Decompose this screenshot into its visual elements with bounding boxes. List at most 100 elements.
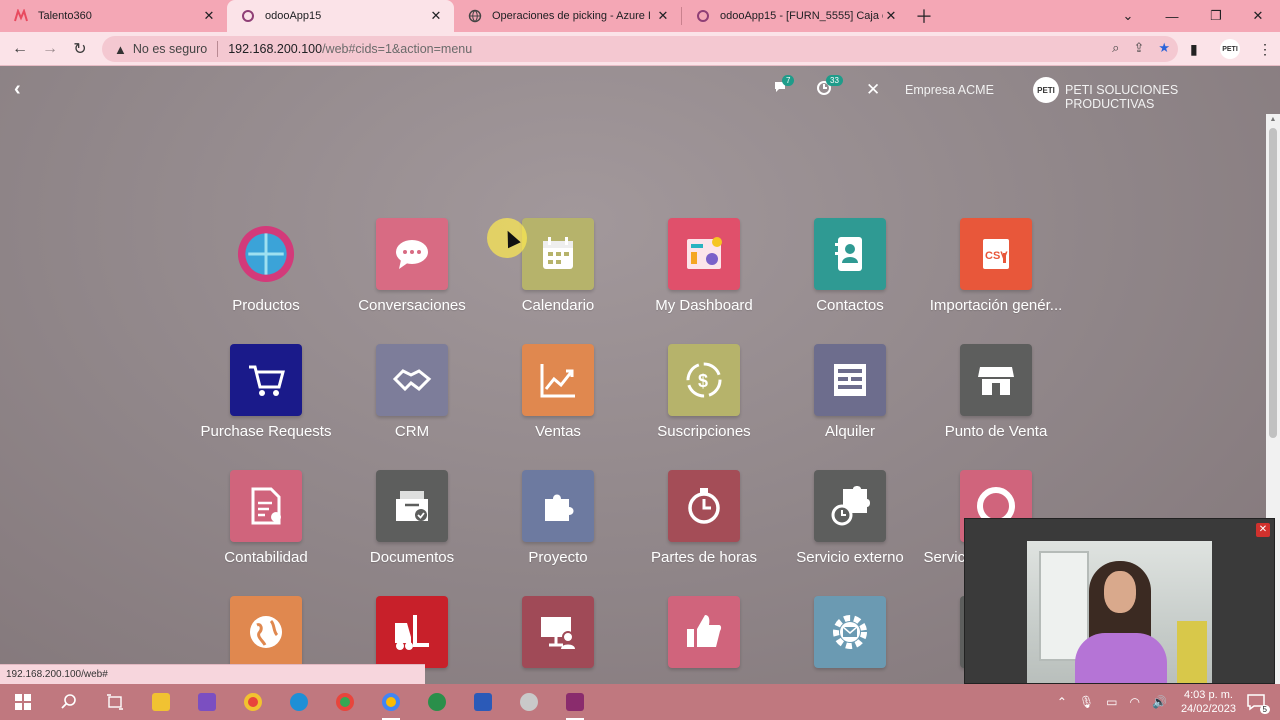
chrome-icon[interactable] [230,684,276,720]
app-label: Alquiler [824,423,876,440]
app-tile-4[interactable]: My Dashboard [631,218,777,328]
remote-app-icon[interactable] [506,684,552,720]
clock-date: 24/02/2023 [1180,703,1236,715]
meeting-app-icon[interactable] [552,684,598,720]
chat-icon[interactable]: 7 [773,75,795,98]
app-tile-11[interactable]: Alquiler [777,344,923,454]
chart-up-icon [522,344,594,416]
tab-odooapp15-caja[interactable]: odooApp15 - [FURN_5555] Caja c ✕ [682,0,909,32]
globe-icon [230,596,302,668]
tab-title: Operaciones de picking - Azure I [492,10,651,22]
omnibox-actions: ⌕ ⇪ ★ [1112,40,1170,56]
app-tile-17[interactable]: Servicio externo [777,470,923,580]
app-label: My Dashboard [655,297,753,314]
close-icon[interactable]: ✕ [883,8,899,24]
app-tile-12[interactable]: Punto de Venta [923,344,1069,454]
sidebar-toggle-icon[interactable]: ▮ [1190,32,1198,66]
tab-operaciones-picking[interactable]: Operaciones de picking - Azure I ✕ [454,0,681,32]
app-tile-6[interactable]: CSV Importación genér... [923,218,1069,328]
chrome-active-icon[interactable] [368,684,414,720]
user-company-name[interactable]: PETI SOLUCIONES PRODUCTIVAS [1065,83,1248,111]
app-tile-9[interactable]: Ventas [485,344,631,454]
app-tile-7[interactable]: Purchase Requests [193,344,339,454]
tab-talento360[interactable]: Talento360 ✕ [0,0,227,32]
csv-icon: CSV [960,218,1032,290]
browser-tab-strip: Talento360 ✕ odooApp15 ✕ Operaciones de … [0,0,1280,32]
restore-icon[interactable]: ❐ [1194,0,1238,32]
close-icon[interactable]: ✕ [201,8,217,24]
chevron-up-icon[interactable]: ⌃ [1057,695,1067,709]
edge-icon[interactable] [276,684,322,720]
url-host: 192.168.200.100 [228,42,323,56]
chat-count-badge: 7 [782,75,795,86]
battery-icon[interactable]: ▭ [1106,695,1117,709]
forward-arrow-icon[interactable]: → [35,34,65,64]
url-path: /web#cids=1&action=menu [322,42,473,56]
app-tile-2[interactable]: Conversaciones [339,218,485,328]
company-switcher[interactable]: Empresa ACME [905,83,994,97]
profile-avatar[interactable]: PETI [1220,39,1240,59]
address-bar[interactable]: ▲ No es seguro 192.168.200.100/web#cids=… [102,36,1178,62]
windows-taskbar: ⌃ 🎙 ▭ ◠ 🔊 4:03 p. m. 24/02/2023 5 [0,684,1280,720]
presentation-icon [522,596,594,668]
app-label: Ventas [535,423,581,440]
app-label: Importación genér... [929,297,1063,314]
puzzle-clock-icon [814,470,886,542]
microphone-icon[interactable]: 🎙 [1079,695,1094,709]
app-tile-16[interactable]: Partes de horas [631,470,777,580]
app-tile-15[interactable]: Proyecto [485,470,631,580]
window-close-icon[interactable]: ✕ [1236,0,1280,32]
new-tab-button[interactable]: ＋ [909,0,939,32]
file-explorer-icon[interactable] [138,684,184,720]
thumbs-up-icon [668,596,740,668]
close-icon[interactable]: ✕ [1256,523,1270,537]
app-tile-13[interactable]: Contabilidad [193,470,339,580]
back-arrow-icon[interactable]: ← [5,34,35,64]
notification-center-icon[interactable]: 5 [1246,693,1270,714]
app-tile-23[interactable] [777,596,923,686]
visual-studio-icon[interactable] [184,684,230,720]
app-tile-1[interactable]: Productos [193,218,339,328]
chrome-profile-icon[interactable] [322,684,368,720]
search-icon[interactable] [46,684,92,720]
tab-search-chevron-icon[interactable]: ⌄ [1106,0,1150,32]
word-icon[interactable] [460,684,506,720]
close-icon[interactable]: ✕ [655,8,671,24]
speaker-icon[interactable]: 🔊 [1152,695,1167,709]
reload-icon[interactable]: ↻ [65,34,95,64]
chevron-left-icon[interactable]: ‹ [14,78,21,101]
security-label[interactable]: No es seguro [133,42,207,56]
photos-app-icon[interactable] [414,684,460,720]
tab-odooapp15[interactable]: odooApp15 ✕ [227,0,454,32]
share-icon[interactable]: ⇪ [1133,40,1144,56]
close-icon[interactable]: ✕ [866,80,880,100]
zoom-icon[interactable]: ⌕ [1112,40,1119,56]
svg-text:$: $ [698,371,708,391]
taskbar-clock[interactable]: 4:03 p. m. 24/02/2023 [1181,688,1236,716]
scroll-thumb[interactable] [1269,128,1277,438]
activity-clock-icon[interactable]: 33 [816,75,843,100]
tab-title: odooApp15 - [FURN_5555] Caja c [720,10,883,22]
odoo-icon [697,10,709,22]
gear-mail-icon [814,596,886,668]
app-label: Productos [232,297,300,314]
close-icon[interactable]: ✕ [428,8,444,24]
bookmark-star-icon[interactable]: ★ [1158,40,1170,56]
wifi-icon[interactable]: ◠ [1130,695,1140,709]
task-view-icon[interactable] [92,684,138,720]
app-tile-5[interactable]: Contactos [777,218,923,328]
app-tile-21[interactable] [485,596,631,686]
browser-menu-icon[interactable]: ⋮ [1258,32,1272,66]
app-label: Documentos [369,549,455,566]
url-text[interactable]: 192.168.200.100/web#cids=1&action=menu [228,42,472,56]
app-tile-10[interactable]: $ Suscripciones [631,344,777,454]
app-tile-14[interactable]: Documentos [339,470,485,580]
app-tile-8[interactable]: CRM [339,344,485,454]
app-label: Contactos [816,297,884,314]
scroll-up-arrow-icon[interactable]: ▲ [1266,114,1280,126]
app-tile-22[interactable] [631,596,777,686]
windows-start-icon[interactable] [0,684,46,720]
user-company-logo[interactable]: PETI [1033,77,1059,103]
app-label: CRM [394,423,430,440]
minimize-icon[interactable]: — [1150,0,1194,32]
